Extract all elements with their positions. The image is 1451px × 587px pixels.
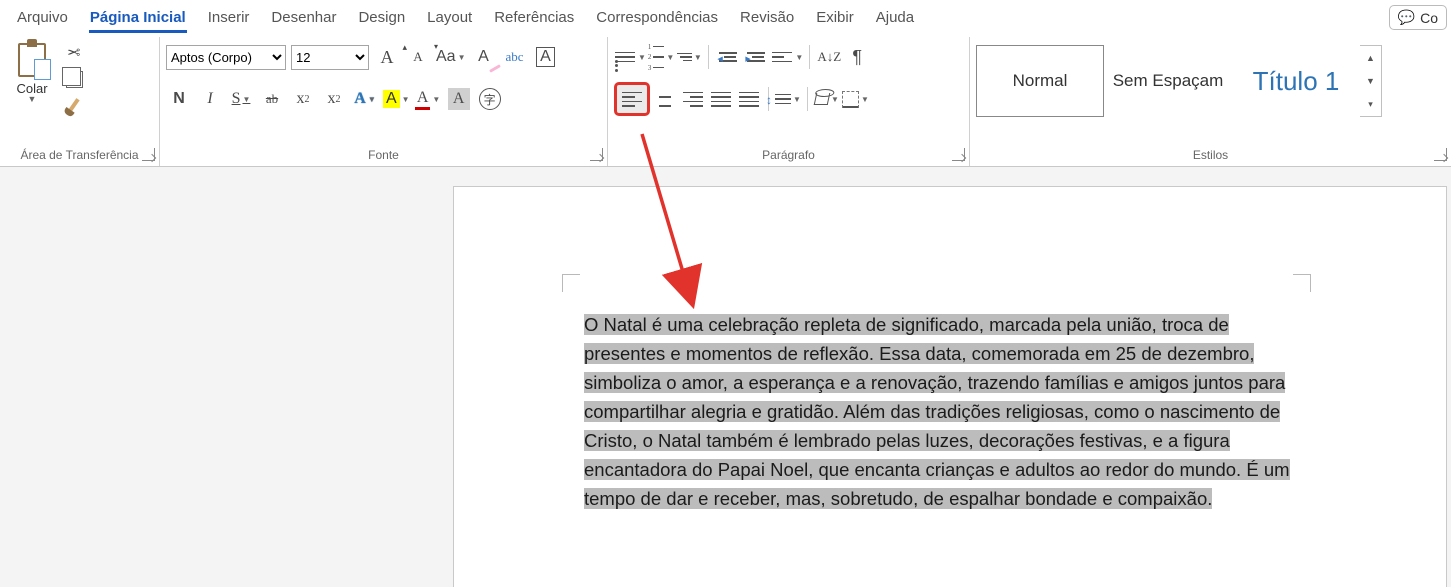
chevron-down-icon: ▼ (28, 94, 37, 104)
copy-button[interactable] (64, 69, 84, 89)
align-right-button[interactable] (680, 86, 706, 112)
shading-button[interactable]: ▼ (814, 86, 840, 112)
text-effects-button[interactable]: A▼ (352, 86, 378, 112)
subscript-button[interactable]: x2 (290, 86, 316, 112)
line-spacing-icon (775, 94, 791, 105)
margin-corner-tr (1293, 274, 1311, 292)
numbering-icon: 123 (648, 43, 665, 72)
tab-mailings[interactable]: Correspondências (585, 2, 729, 33)
enclose-characters-button[interactable]: 字 (477, 86, 503, 112)
bucket-icon (814, 93, 831, 105)
bullets-button[interactable]: ▼ (614, 44, 646, 70)
sort-button[interactable]: A↓Z (816, 44, 842, 70)
align-left-icon (621, 89, 643, 109)
align-left-button[interactable] (614, 82, 650, 116)
clear-formatting-button[interactable]: A (471, 44, 497, 70)
styles-launcher[interactable] (1434, 148, 1447, 161)
ribbon: Colar ▼ Área de Transferência Aptos (Cor… (0, 36, 1451, 167)
justify-button[interactable] (708, 86, 734, 112)
margin-corner-tl (562, 274, 580, 292)
style-heading1[interactable]: Título 1 (1232, 45, 1360, 117)
character-border-button[interactable]: A (533, 44, 559, 70)
decrease-indent-button[interactable] (715, 44, 741, 70)
shrink-font-button[interactable]: A▾ (405, 44, 431, 70)
cut-button[interactable] (64, 43, 84, 63)
group-label-clipboard: Área de Transferência (6, 144, 153, 166)
font-size-select[interactable]: 12 (291, 45, 369, 70)
format-painter-button[interactable] (64, 95, 84, 115)
border-icon (842, 91, 859, 108)
tab-home[interactable]: Página Inicial (79, 2, 197, 33)
tab-review[interactable]: Revisão (729, 2, 805, 33)
outdent-icon (719, 52, 737, 62)
font-color-button[interactable]: A▼ (415, 86, 441, 112)
justify-icon (710, 89, 732, 109)
clipboard-launcher[interactable] (142, 148, 155, 161)
align-right-icon (682, 89, 704, 109)
page[interactable]: O Natal é uma celebração repleta de sign… (454, 187, 1446, 587)
style-no-spacing[interactable]: Sem Espaçam (1104, 45, 1232, 117)
group-font: Aptos (Corpo) 12 A▴ A▾ Aa▼ A abc A N I S… (160, 37, 608, 166)
paste-icon (18, 43, 46, 77)
selected-text[interactable]: O Natal é uma celebração repleta de sign… (584, 314, 1290, 509)
distributed-button[interactable] (736, 86, 762, 112)
underline-button[interactable]: S▼ (228, 86, 254, 112)
grow-font-button[interactable]: A▴ (374, 44, 400, 70)
tab-view[interactable]: Exibir (805, 2, 865, 33)
comment-icon: 💬 (1398, 9, 1415, 26)
comments-label: Co (1420, 10, 1438, 26)
line-spacing-button[interactable]: ▼ (775, 86, 801, 112)
group-paragraph: ▼ 123▼ ▼ ▼ A↓Z ¶ (608, 37, 970, 166)
phonetic-guide-button[interactable]: abc (502, 44, 528, 70)
multilevel-list-button[interactable]: ▼ (676, 44, 702, 70)
numbering-button[interactable]: 123▼ (648, 44, 674, 70)
italic-button[interactable]: I (197, 86, 223, 112)
bullets-icon (614, 47, 636, 67)
group-label-font: Fonte (166, 144, 601, 166)
tab-draw[interactable]: Desenhar (260, 2, 347, 33)
paste-button[interactable]: Colar ▼ (6, 41, 58, 104)
borders-button[interactable]: ▼ (842, 86, 869, 112)
align-center-icon (654, 89, 676, 109)
distributed-icon (738, 89, 760, 109)
group-styles: Normal Sem Espaçam Título 1 ▲▼▾ Estilos (970, 37, 1451, 166)
brush-icon (68, 98, 79, 112)
char-shading-button[interactable]: A (446, 86, 472, 112)
multilevel-icon (677, 53, 692, 62)
strikethrough-button[interactable]: ab (259, 86, 285, 112)
indent-icon (747, 52, 765, 62)
tab-help[interactable]: Ajuda (865, 2, 925, 33)
group-clipboard: Colar ▼ Área de Transferência (0, 37, 160, 166)
font-name-select[interactable]: Aptos (Corpo) (166, 45, 286, 70)
bold-button[interactable]: N (166, 86, 192, 112)
group-label-paragraph: Parágrafo (614, 144, 963, 166)
tab-file[interactable]: Arquivo (6, 2, 79, 33)
paragraph-launcher[interactable] (952, 148, 965, 161)
align-center-button[interactable] (652, 86, 678, 112)
show-paragraph-marks-button[interactable]: ¶ (844, 44, 870, 70)
tab-insert[interactable]: Inserir (197, 2, 261, 33)
group-label-styles: Estilos (976, 144, 1445, 166)
document-canvas[interactable]: O Natal é uma celebração repleta de sign… (0, 167, 1451, 576)
tab-layout[interactable]: Layout (416, 2, 483, 33)
change-case-button[interactable]: Aa▼ (436, 44, 466, 70)
styles-gallery-more[interactable]: ▲▼▾ (1360, 45, 1382, 117)
ltr-direction-button[interactable]: ▼ (771, 44, 803, 70)
ribbon-tabs: Arquivo Página Inicial Inserir Desenhar … (0, 0, 1451, 36)
document-body[interactable]: O Natal é uma celebração repleta de sign… (584, 310, 1296, 513)
tab-references[interactable]: Referências (483, 2, 585, 33)
tab-design[interactable]: Design (347, 2, 416, 33)
copy-icon (66, 71, 83, 88)
style-normal[interactable]: Normal (976, 45, 1104, 117)
superscript-button[interactable]: x2 (321, 86, 347, 112)
ltr-icon (771, 47, 793, 67)
comments-button[interactable]: 💬 Co (1389, 5, 1447, 30)
highlight-color-button[interactable]: A▼ (383, 86, 410, 112)
font-launcher[interactable] (590, 148, 603, 161)
increase-indent-button[interactable] (743, 44, 769, 70)
